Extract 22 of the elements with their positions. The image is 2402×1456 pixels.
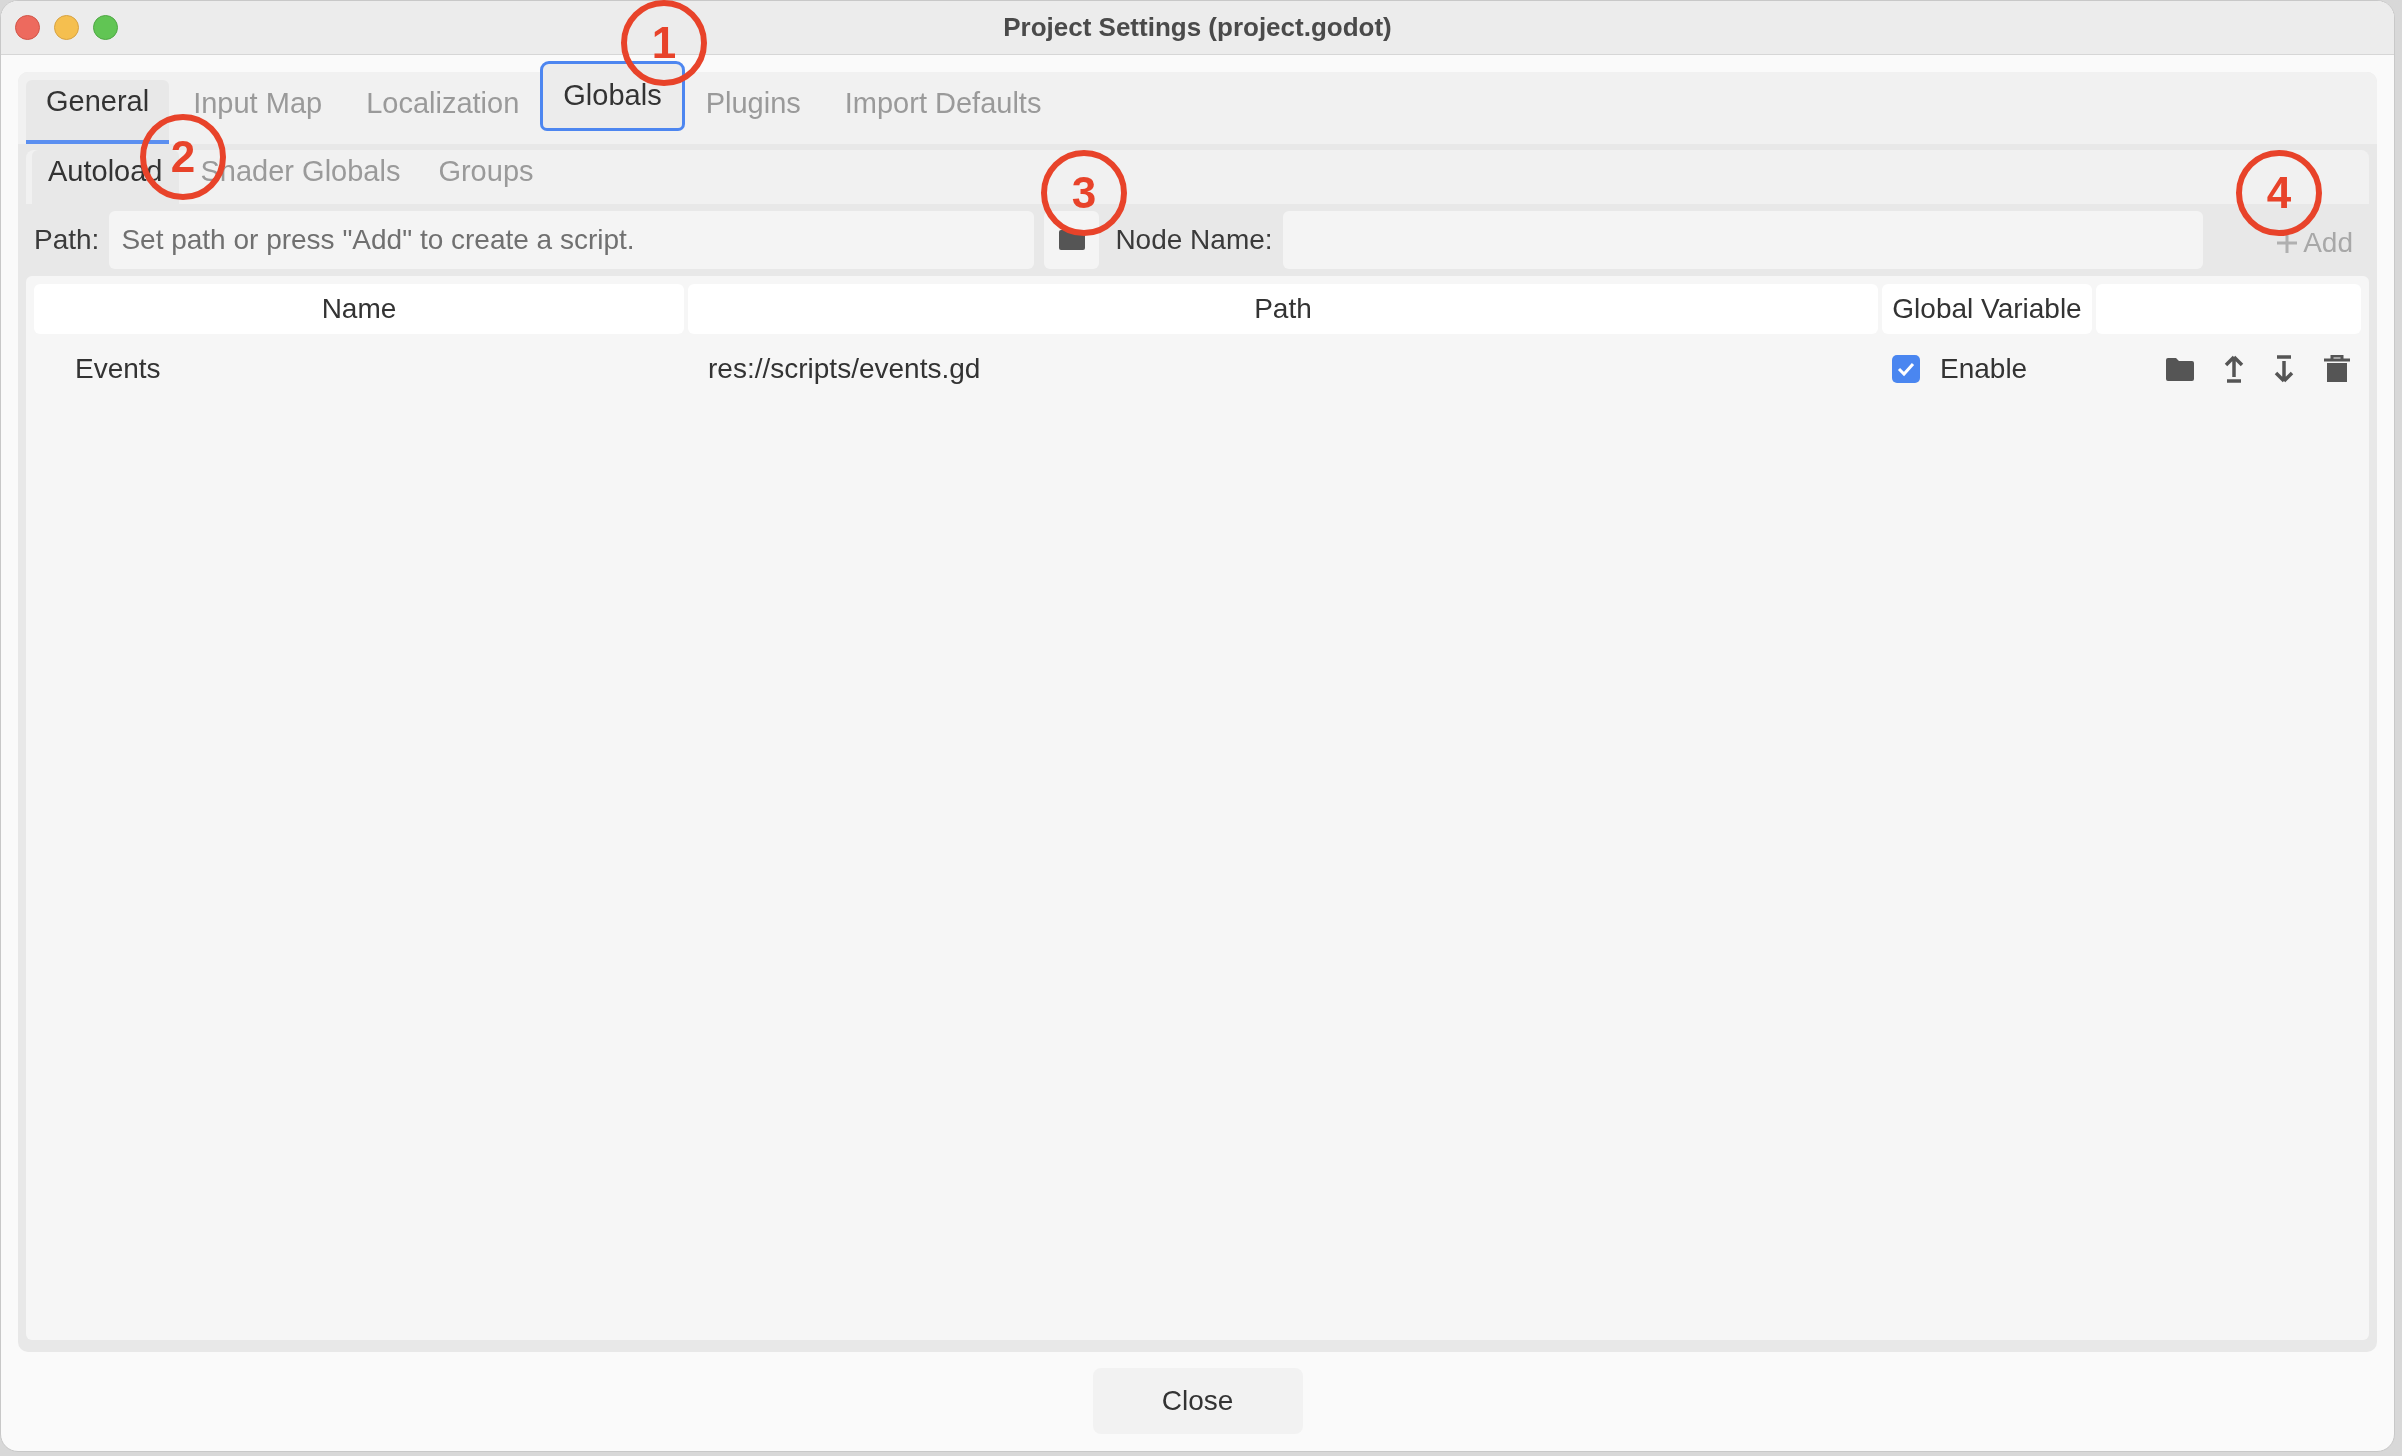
- tab[interactable]: Localization: [346, 80, 540, 144]
- column-header: Name: [34, 284, 684, 334]
- tab[interactable]: Globals: [543, 64, 682, 128]
- enable-label: Enable: [1940, 352, 2028, 386]
- tab[interactable]: Import Defaults: [824, 80, 1062, 144]
- close-button[interactable]: Close: [1092, 1368, 1303, 1434]
- checkbox[interactable]: [1892, 355, 1920, 383]
- path-field[interactable]: Set path or press "Add" to create a script.: [109, 211, 1035, 269]
- tab[interactable]: General: [26, 80, 170, 144]
- move-down-icon[interactable]: [2273, 355, 2295, 383]
- column-header: Path: [688, 284, 1878, 334]
- path-label: Path:: [34, 223, 100, 257]
- column-header: Global Variable: [1882, 284, 2092, 334]
- trash-icon[interactable]: [2323, 355, 2351, 383]
- folder-icon[interactable]: [2165, 356, 2195, 382]
- table-cell: res://scripts/events.gd: [708, 353, 981, 384]
- table-cell: Events: [75, 353, 161, 384]
- close-window-icon[interactable]: [15, 15, 40, 40]
- browse-button[interactable]: [1044, 211, 1100, 269]
- window-title: Project Settings (project.godot): [1003, 11, 1392, 44]
- move-up-icon[interactable]: [2223, 355, 2245, 383]
- subtab[interactable]: Groups: [422, 150, 550, 204]
